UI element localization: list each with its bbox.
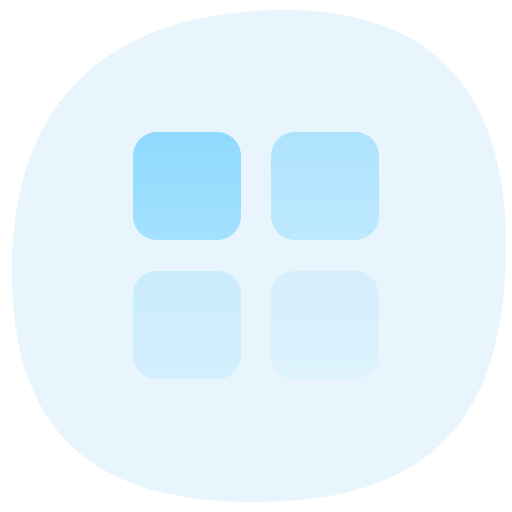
grid-tile-top-right [271, 132, 379, 240]
grid-tile-top-left [133, 132, 241, 240]
grid-tile-bottom-right [271, 271, 379, 379]
icon-backdrop-blob [11, 9, 507, 503]
app-grid-icon [0, 0, 512, 512]
grid-tile-bottom-left [133, 271, 241, 379]
app-grid-icon-graphic [11, 9, 507, 503]
